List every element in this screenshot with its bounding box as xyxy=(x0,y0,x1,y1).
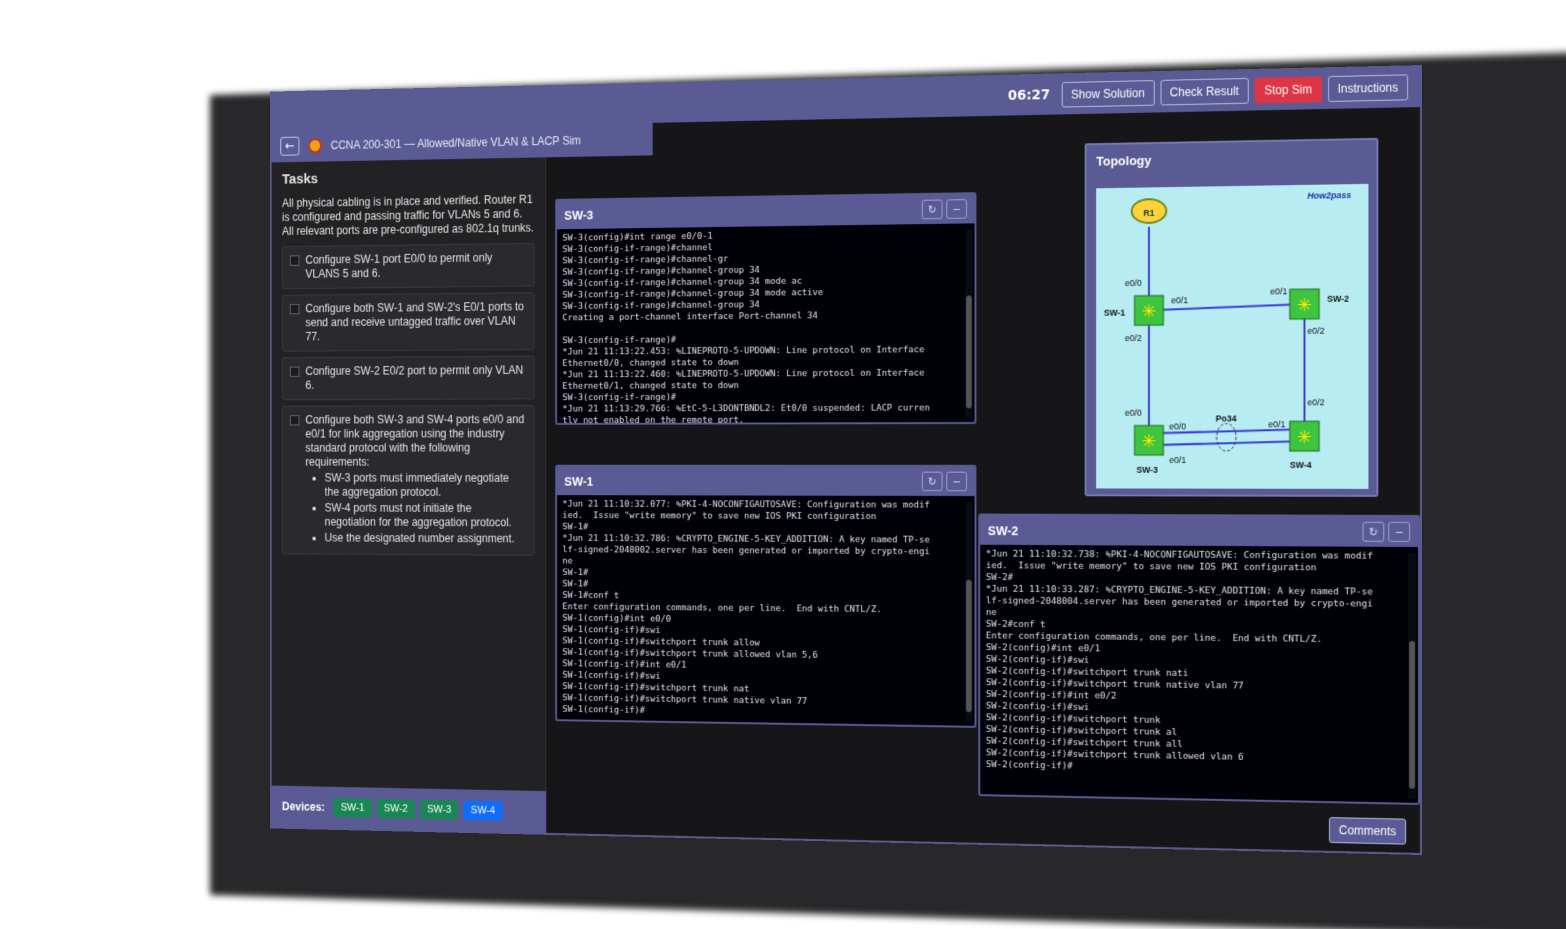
task-subitem: SW-3 ports must immediately negotiate th… xyxy=(325,471,527,500)
switch-icon: ✳ xyxy=(1135,296,1164,326)
switch-label: SW-3 xyxy=(1136,465,1158,475)
show-solution-button[interactable]: Show Solution xyxy=(1062,80,1155,108)
task-text: Configure both SW-1 and SW-2's E0/1 port… xyxy=(305,300,523,343)
port-label: e0/1 xyxy=(1169,455,1186,465)
task-text: Configure both SW-3 and SW-4 ports e0/0 … xyxy=(305,413,524,469)
terminal-header: SW-2 ↻ − xyxy=(980,516,1418,547)
title-bar: ← CCNA 200-301 — Allowed/Native VLAN & L… xyxy=(272,123,653,163)
router-icon: R1 xyxy=(1132,199,1167,223)
terminal-controls: ↻ − xyxy=(922,199,967,219)
task-item: Configure both SW-3 and SW-4 ports e0/0 … xyxy=(282,405,535,556)
scroll-thumb[interactable] xyxy=(966,580,972,712)
task-item: Configure both SW-1 and SW-2's E0/1 port… xyxy=(282,292,535,352)
scroll-thumb[interactable] xyxy=(1409,641,1415,789)
instructions-button[interactable]: Instructions xyxy=(1328,74,1408,102)
port-label: e0/0 xyxy=(1125,408,1142,418)
how2pass-watermark: How2pass xyxy=(1307,190,1351,201)
router-label: R1 xyxy=(1143,208,1154,218)
svg-text:✳: ✳ xyxy=(1297,428,1312,449)
switch-label: SW-4 xyxy=(1290,460,1312,470)
task-checkbox[interactable] xyxy=(290,367,300,377)
device-button-sw3[interactable]: SW-3 xyxy=(420,800,458,820)
port-label: e0/2 xyxy=(1307,325,1324,335)
terminal-output[interactable]: *Jun 21 11:10:32.738: %PKI-4-NOCONFIGAUT… xyxy=(980,545,1418,783)
arrow-left-icon[interactable]: ← xyxy=(280,137,299,156)
minimize-icon[interactable]: − xyxy=(946,472,967,491)
device-button-sw4[interactable]: SW-4 xyxy=(464,801,502,821)
terminal-output[interactable]: *Jun 21 11:10:32.077: %PKI-4-NOCONFIGAUT… xyxy=(557,495,975,726)
device-button-sw1[interactable]: SW-1 xyxy=(334,798,372,818)
terminal-sw1: SW-1 ↻ − *Jun 21 11:10:32.077: %PKI-4-NO… xyxy=(555,465,976,728)
link-sw3-sw4-b xyxy=(1149,441,1305,445)
tasks-heading: Tasks xyxy=(282,167,535,187)
topology-links xyxy=(1149,225,1305,446)
terminal-title: SW-3 xyxy=(564,207,593,222)
topology-svg: R1 ✳ ✳ ✳ ✳ SW-1 SW-2 SW-3 SW-4 e0/0 e0/1… xyxy=(1096,184,1368,489)
port-label: e0/1 xyxy=(1270,286,1287,296)
switch-label: SW-2 xyxy=(1327,293,1349,304)
tasks-intro: All physical cabling is in place and ver… xyxy=(282,193,535,239)
port-label: e0/2 xyxy=(1307,397,1324,407)
terminal-controls: ↻ − xyxy=(922,472,967,492)
device-button-sw2[interactable]: SW-2 xyxy=(377,799,415,819)
refresh-icon[interactable]: ↻ xyxy=(922,472,943,491)
terminal-output[interactable]: SW-3(config)#int range e0/0-1 SW-3(confi… xyxy=(557,223,975,425)
switch-icon: ✳ xyxy=(1135,426,1164,456)
port-label: e0/0 xyxy=(1125,278,1142,288)
terminal-controls: ↻ − xyxy=(1363,522,1411,542)
task-checkbox[interactable] xyxy=(290,415,300,425)
simulator-window: 06:27 Show Solution Check Result Stop Si… xyxy=(270,65,1422,855)
task-item: Configure SW-1 port E0/0 to permit only … xyxy=(282,243,535,289)
port-channel-ellipse xyxy=(1217,423,1236,451)
task-item: Configure SW-2 E0/2 port to permit only … xyxy=(282,356,535,401)
task-subitems: SW-3 ports must immediately negotiate th… xyxy=(325,471,527,546)
task-subitem: SW-4 ports must not initiate the negotia… xyxy=(325,501,527,530)
port-label: e0/0 xyxy=(1169,421,1186,431)
refresh-icon[interactable]: ↻ xyxy=(922,200,943,220)
task-text: Configure SW-1 port E0/0 to permit only … xyxy=(305,251,492,281)
svg-text:✳: ✳ xyxy=(1142,432,1157,452)
timer: 06:27 xyxy=(1008,87,1050,104)
task-checkbox[interactable] xyxy=(290,255,300,265)
task-text: Configure SW-2 E0/2 port to permit only … xyxy=(305,363,523,391)
task-subitem: Use the designated number assignment. xyxy=(325,531,527,546)
topology-title: Topology xyxy=(1087,140,1377,177)
comments-button[interactable]: Comments xyxy=(1329,817,1406,845)
tasks-panel: Tasks All physical cabling is in place a… xyxy=(272,157,547,791)
port-label: e0/1 xyxy=(1268,419,1285,429)
stop-sim-button[interactable]: Stop Sim xyxy=(1255,76,1322,103)
terminal-title: SW-1 xyxy=(564,474,593,488)
task-checkbox[interactable] xyxy=(290,304,300,314)
terminal-header: SW-1 ↻ − xyxy=(557,467,975,496)
topology-panel: Topology R1 ✳ ✳ ✳ ✳ SW-1 SW-2 SW-3 SW-4 … xyxy=(1085,138,1379,497)
switch-icon: ✳ xyxy=(1290,421,1319,451)
terminal-sw2: SW-2 ↻ − *Jun 21 11:10:32.738: %PKI-4-NO… xyxy=(978,514,1420,805)
check-result-button[interactable]: Check Result xyxy=(1160,78,1249,106)
topology-diagram: R1 ✳ ✳ ✳ ✳ SW-1 SW-2 SW-3 SW-4 e0/0 e0/1… xyxy=(1096,184,1368,489)
port-label: e0/1 xyxy=(1171,295,1188,305)
devices-bar: Devices: SW-1 SW-2 SW-3 SW-4 xyxy=(272,786,547,833)
minimize-icon[interactable]: − xyxy=(1388,522,1410,542)
port-channel-label: Po34 xyxy=(1216,413,1237,423)
logo-icon xyxy=(308,138,322,153)
terminal-sw3: SW-3 ↻ − SW-3(config)#int range e0/0-1 S… xyxy=(555,192,976,425)
port-label: e0/2 xyxy=(1125,333,1142,343)
scroll-thumb[interactable] xyxy=(966,295,972,408)
minimize-icon[interactable]: − xyxy=(946,199,967,219)
switch-label: SW-1 xyxy=(1104,307,1126,317)
terminal-scrollbar[interactable] xyxy=(965,502,973,722)
terminal-scrollbar[interactable] xyxy=(965,229,973,418)
terminal-scrollbar[interactable] xyxy=(1408,553,1416,799)
refresh-icon[interactable]: ↻ xyxy=(1363,522,1385,542)
switch-icon: ✳ xyxy=(1290,289,1319,319)
terminal-title: SW-2 xyxy=(988,523,1019,538)
svg-text:✳: ✳ xyxy=(1142,302,1157,323)
sim-title: CCNA 200-301 — Allowed/Native VLAN & LAC… xyxy=(331,134,581,152)
svg-text:✳: ✳ xyxy=(1297,295,1312,316)
devices-label: Devices: xyxy=(282,800,325,814)
